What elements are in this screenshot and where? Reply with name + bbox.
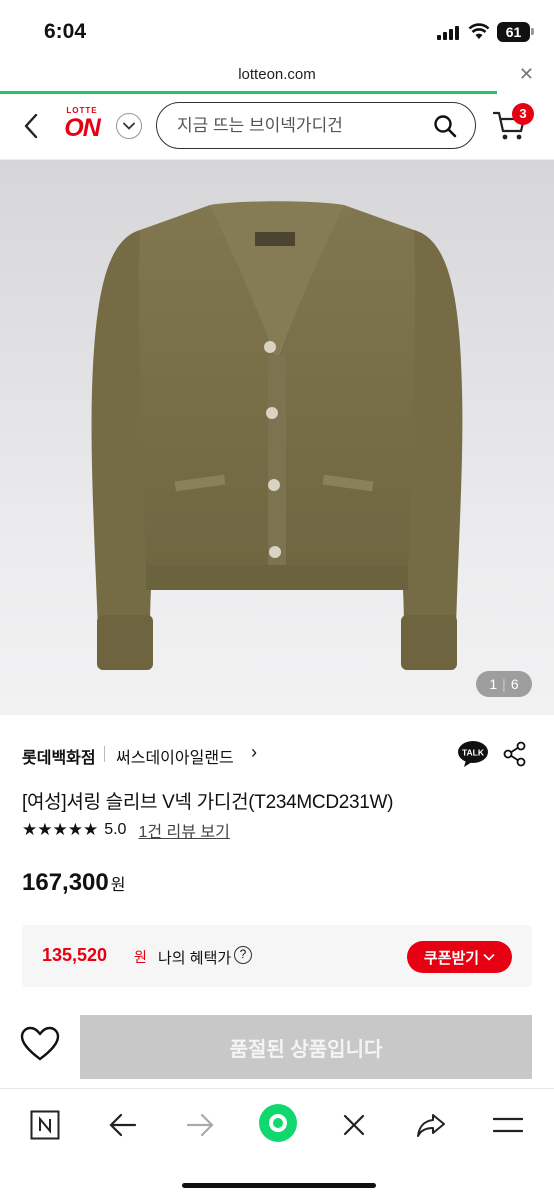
question-icon[interactable]: ?: [234, 946, 252, 964]
divider: [104, 746, 105, 762]
forward-arrow-icon[interactable]: [182, 1107, 218, 1143]
chevron-right-icon[interactable]: ›: [251, 742, 257, 763]
review-link[interactable]: 1건 리뷰 보기: [138, 818, 229, 842]
price-value: 167,300: [22, 869, 109, 896]
product-image[interactable]: 1 | 6: [0, 160, 554, 715]
price-unit: 원: [110, 877, 126, 894]
cart-button[interactable]: 3: [492, 103, 534, 147]
benefit-price: 135,520: [42, 945, 108, 965]
cart-count-badge: 3: [512, 103, 534, 125]
home-dot-icon[interactable]: [258, 1103, 298, 1143]
share-icon[interactable]: [503, 741, 527, 767]
talk-label: TALK: [462, 748, 485, 758]
benefit-label: 나의 혜택가: [158, 950, 232, 967]
talk-chat-icon[interactable]: TALK: [457, 740, 489, 768]
menu-icon[interactable]: [490, 1107, 526, 1143]
product-price: 167,300 원: [22, 869, 126, 897]
image-counter-current: 1: [489, 676, 498, 692]
product-title: [여성]셔링 슬리브 V넥 가디건(T234MCD231W): [22, 792, 394, 813]
store-name[interactable]: 롯데백화점: [22, 744, 96, 768]
seller-row: 롯데백화점 써스데이아일랜드 › TALK: [22, 740, 532, 768]
battery-tip: [531, 28, 534, 35]
image-counter-total: 6: [510, 676, 519, 692]
heart-icon[interactable]: [20, 1026, 60, 1062]
back-chevron-icon[interactable]: [22, 112, 40, 140]
home-indicator: [182, 1183, 376, 1188]
clock: 6:04: [44, 20, 87, 43]
coupon-button[interactable]: 쿠폰받기: [407, 941, 512, 973]
benefit-price-unit: 원: [134, 949, 147, 965]
n-icon[interactable]: [27, 1107, 63, 1143]
close-icon[interactable]: [336, 1107, 372, 1143]
image-counter-separator: |: [502, 676, 506, 692]
star-rating-icon: ★★★★★: [22, 820, 99, 839]
image-counter: 1 | 6: [476, 671, 532, 697]
wifi-icon: [468, 23, 490, 39]
rating-score: 5.0: [104, 821, 127, 838]
search-input[interactable]: [177, 113, 417, 139]
chevron-down-icon[interactable]: [116, 113, 142, 139]
benefit-price-box: 135,520 원 나의 혜택가 ? 쿠폰받기: [22, 925, 532, 987]
chevron-down-icon: [483, 953, 495, 961]
status-bar: 6:04 61: [0, 0, 554, 60]
cardigan-image: [91, 201, 463, 670]
url-bar[interactable]: lotteon.com ✕: [0, 60, 554, 94]
site-header: LOTTE ON 3: [0, 94, 554, 160]
logo-on-text: ON: [64, 114, 101, 142]
brand-link[interactable]: 써스데이아일랜드: [116, 744, 234, 768]
url-text[interactable]: lotteon.com: [0, 66, 554, 83]
share-arrow-icon[interactable]: [413, 1107, 449, 1143]
search-box[interactable]: [156, 102, 476, 149]
coupon-label: 쿠폰받기: [423, 949, 480, 967]
search-icon[interactable]: [433, 114, 457, 138]
rating-row: ★★★★★ 5.0 1건 리뷰 보기: [22, 819, 230, 841]
soldout-button[interactable]: 품절된 상품입니다: [80, 1015, 532, 1079]
battery-icon: 61: [497, 22, 530, 42]
lotte-on-logo[interactable]: LOTTE ON: [60, 106, 104, 141]
signal-icon: [437, 26, 459, 40]
close-icon[interactable]: ✕: [519, 64, 534, 85]
back-arrow-icon[interactable]: [105, 1107, 141, 1143]
